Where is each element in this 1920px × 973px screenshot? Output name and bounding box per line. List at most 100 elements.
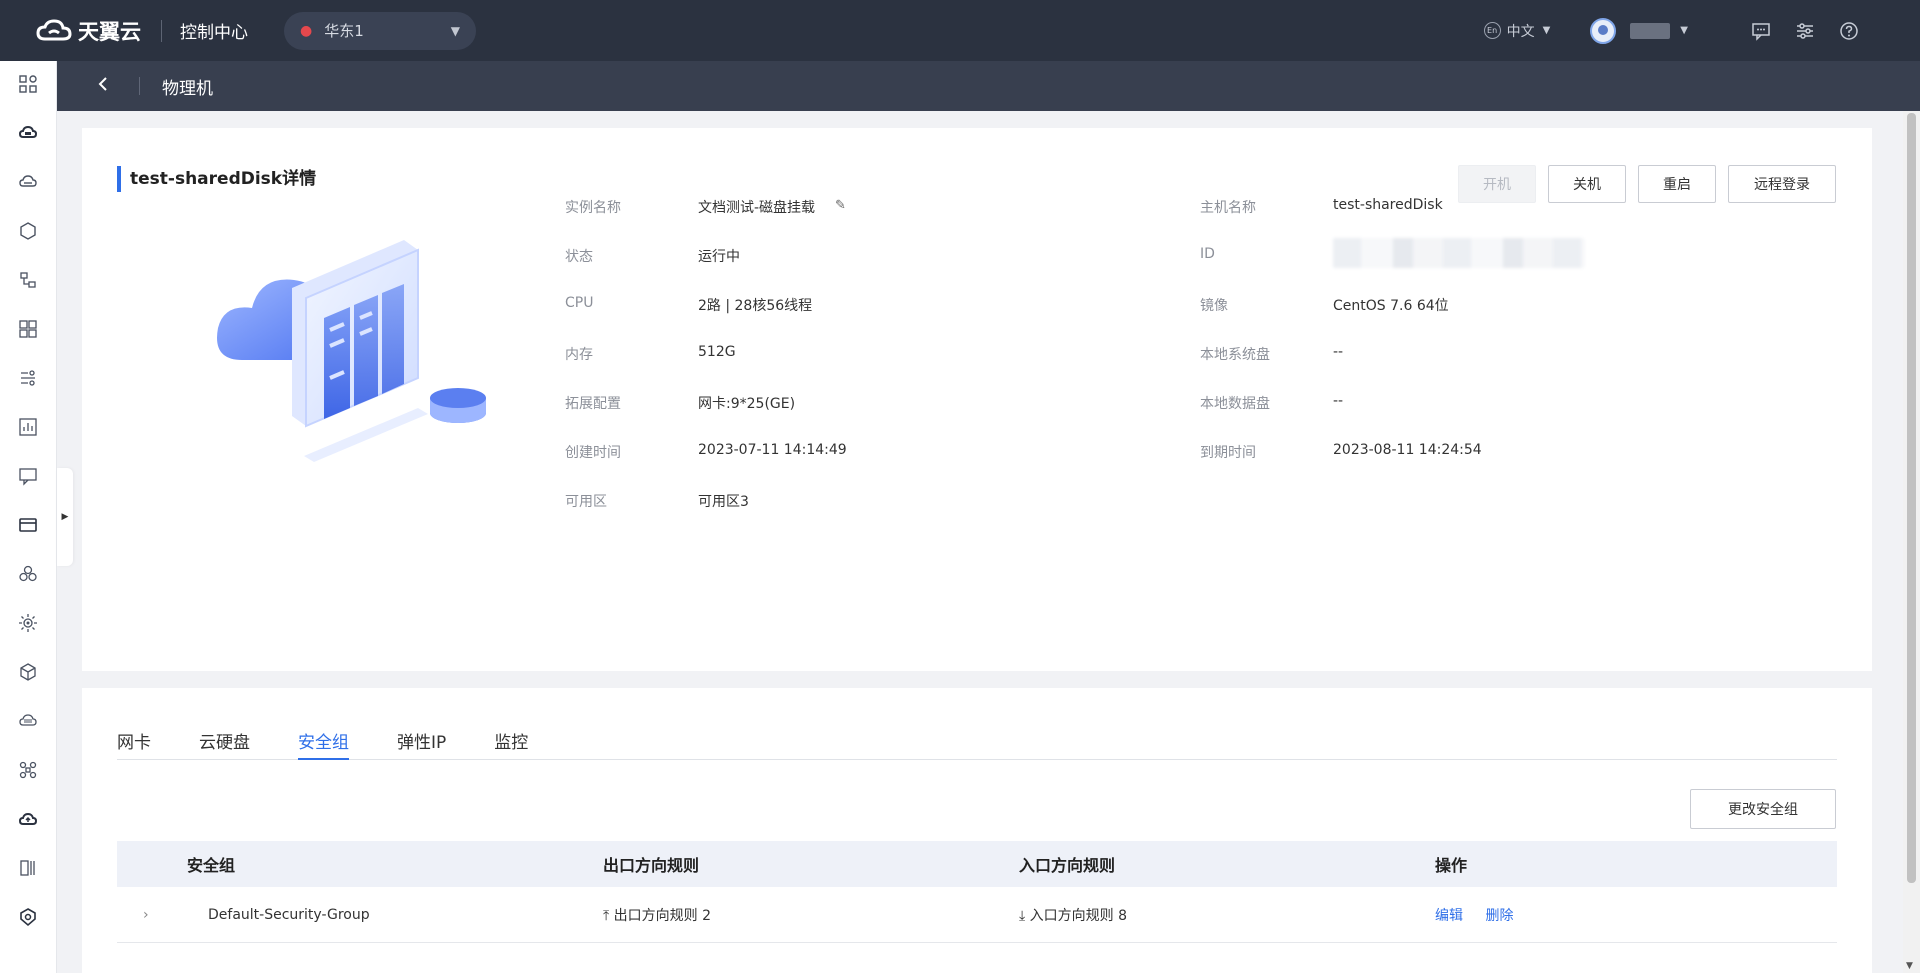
- field-label: 可用区: [565, 494, 607, 510]
- expand-row-chevron-icon[interactable]: ›: [117, 907, 187, 923]
- security-group-table: 安全组 出口方向规则 入口方向规则 操作 › Default-Security-…: [117, 841, 1837, 943]
- message-icon[interactable]: [1750, 20, 1772, 42]
- hexagon-icon[interactable]: [17, 220, 39, 242]
- chart-icon[interactable]: [17, 416, 39, 438]
- remote-login-button[interactable]: 远程登录: [1728, 165, 1836, 203]
- detail-tabs: 网卡 云硬盘 安全组 弹性IP 监控: [117, 728, 1837, 760]
- field-value: CentOS 7.6 64位: [1333, 298, 1449, 314]
- detail-title: test-sharedDisk详情: [117, 166, 316, 192]
- cloud-storage-icon[interactable]: [17, 171, 39, 193]
- avatar[interactable]: [1590, 17, 1617, 44]
- cluster-icon[interactable]: [17, 563, 39, 585]
- cloud-db-icon[interactable]: [17, 710, 39, 732]
- cloud-logo-icon: [36, 18, 72, 40]
- field-label: 拓展配置: [565, 396, 621, 412]
- console-title[interactable]: 控制中心: [180, 18, 248, 43]
- field-value: 运行中: [698, 249, 740, 265]
- tabs-card: 网卡 云硬盘 安全组 弹性IP 监控 更改安全组 安全组 出口方向规则 入口方向…: [82, 688, 1872, 973]
- server-rack-icon[interactable]: [17, 857, 39, 879]
- tab-elastic-ip[interactable]: 弹性IP: [397, 728, 446, 760]
- change-security-group-button[interactable]: 更改安全组: [1690, 789, 1836, 829]
- start-button[interactable]: 开机: [1458, 165, 1536, 203]
- field-label: 本地系统盘: [1200, 347, 1270, 363]
- tab-cloud-disk[interactable]: 云硬盘: [199, 728, 250, 760]
- egress-rules-cell: ⤒ 出口方向规则 2: [603, 905, 1019, 925]
- field-value: test-sharedDisk: [1333, 197, 1443, 213]
- field-label: 状态: [565, 249, 593, 265]
- instance-detail-card: test-sharedDisk详情 开机 关机 重启 远程登录 实例名称 文档测…: [82, 128, 1872, 671]
- row-actions: 编辑 删除: [1435, 905, 1837, 925]
- field-value: --: [1333, 393, 1344, 409]
- restart-button[interactable]: 重启: [1638, 165, 1716, 203]
- brand-logo[interactable]: 天翼云: [36, 16, 141, 46]
- top-navbar: 天翼云 控制中心 ● 华东1 ▼ En 中文 ▼ ▼: [0, 0, 1920, 61]
- username-redacted[interactable]: [1630, 22, 1671, 39]
- scrollbar-thumb[interactable]: [1907, 113, 1916, 883]
- ingress-rules-text: 入口方向规则 8: [1029, 907, 1128, 924]
- column-header-ingress: 入口方向规则: [1019, 856, 1116, 875]
- region-label: 华东1: [324, 22, 364, 40]
- page-header: 物理机: [57, 61, 1920, 111]
- back-arrow-icon[interactable]: [97, 76, 117, 97]
- sidebar-expand-toggle[interactable]: ▶: [57, 468, 73, 566]
- field-value: 2路 | 28核56线程: [698, 298, 813, 314]
- field-label: CPU: [565, 295, 594, 311]
- dashboard-grid-icon[interactable]: [17, 73, 39, 95]
- region-selector[interactable]: ● 华东1 ▼: [284, 11, 476, 50]
- cube-icon[interactable]: [17, 661, 39, 683]
- card-icon[interactable]: [17, 514, 39, 536]
- field-label: ID: [1200, 246, 1215, 262]
- language-label: 中文: [1506, 23, 1535, 40]
- apps-grid-icon[interactable]: [17, 318, 39, 340]
- chevron-down-icon: ▼: [450, 23, 460, 38]
- field-value: --: [1333, 344, 1344, 360]
- tab-nic[interactable]: 网卡: [117, 728, 151, 760]
- field-value: 512G: [698, 344, 736, 360]
- field-label: 创建时间: [565, 445, 621, 461]
- help-icon[interactable]: [1838, 20, 1860, 42]
- settings-sliders-icon[interactable]: [1794, 20, 1816, 42]
- field-value: 2023-07-11 14:14:49: [698, 442, 847, 458]
- logo-divider: [161, 19, 162, 42]
- edit-pencil-icon[interactable]: ✎: [835, 198, 846, 213]
- sun-gear-icon[interactable]: [17, 612, 39, 634]
- table-row: › Default-Security-Group ⤒ 出口方向规则 2 ⤓ 入口…: [117, 887, 1837, 943]
- field-label: 主机名称: [1200, 200, 1256, 216]
- action-buttons: 开机 关机 重启 远程登录: [1446, 165, 1836, 203]
- field-label: 镜像: [1200, 298, 1228, 314]
- field-label: 内存: [565, 347, 593, 363]
- id-value-redacted: [1333, 238, 1585, 268]
- egress-rules-text: 出口方向规则 2: [613, 907, 712, 924]
- cloud-upload-icon[interactable]: [17, 808, 39, 830]
- page-scrollbar[interactable]: ▼: [1903, 111, 1920, 973]
- field-value: 可用区3: [698, 494, 749, 510]
- language-icon: En: [1483, 22, 1501, 39]
- field-value: 网卡:9*25(GE): [698, 396, 796, 412]
- chevron-down-icon: ▼: [1542, 25, 1551, 36]
- language-switcher[interactable]: En 中文 ▼: [1483, 21, 1551, 41]
- chat-icon[interactable]: [17, 465, 39, 487]
- shutdown-button[interactable]: 关机: [1548, 165, 1626, 203]
- load-balancer-icon[interactable]: [17, 367, 39, 389]
- column-header-actions: 操作: [1435, 856, 1468, 875]
- table-header: 安全组 出口方向规则 入口方向规则 操作: [117, 841, 1837, 887]
- nodes-icon[interactable]: [17, 759, 39, 781]
- field-value: 2023-08-11 14:24:54: [1333, 442, 1482, 458]
- field-value: 文档测试-磁盘挂载: [698, 200, 816, 216]
- tab-security-group[interactable]: 安全组: [298, 728, 349, 760]
- security-group-name: Default-Security-Group: [208, 906, 370, 923]
- scroll-down-arrow-icon[interactable]: ▼: [1906, 961, 1913, 971]
- delete-link[interactable]: 删除: [1485, 908, 1513, 924]
- user-menu-chevron-icon[interactable]: ▼: [1680, 25, 1688, 36]
- tab-monitor[interactable]: 监控: [494, 728, 528, 760]
- cloud-security-icon[interactable]: [17, 906, 39, 928]
- network-icon[interactable]: [17, 269, 39, 291]
- location-pin-icon: ●: [300, 22, 313, 39]
- page-title: 物理机: [162, 78, 213, 99]
- brand-name: 天翼云: [78, 19, 141, 44]
- field-label: 到期时间: [1200, 445, 1256, 461]
- header-divider: [139, 77, 140, 95]
- cloud-server-icon[interactable]: [17, 122, 39, 144]
- edit-link[interactable]: 编辑: [1435, 908, 1463, 924]
- left-sidebar: [0, 61, 57, 973]
